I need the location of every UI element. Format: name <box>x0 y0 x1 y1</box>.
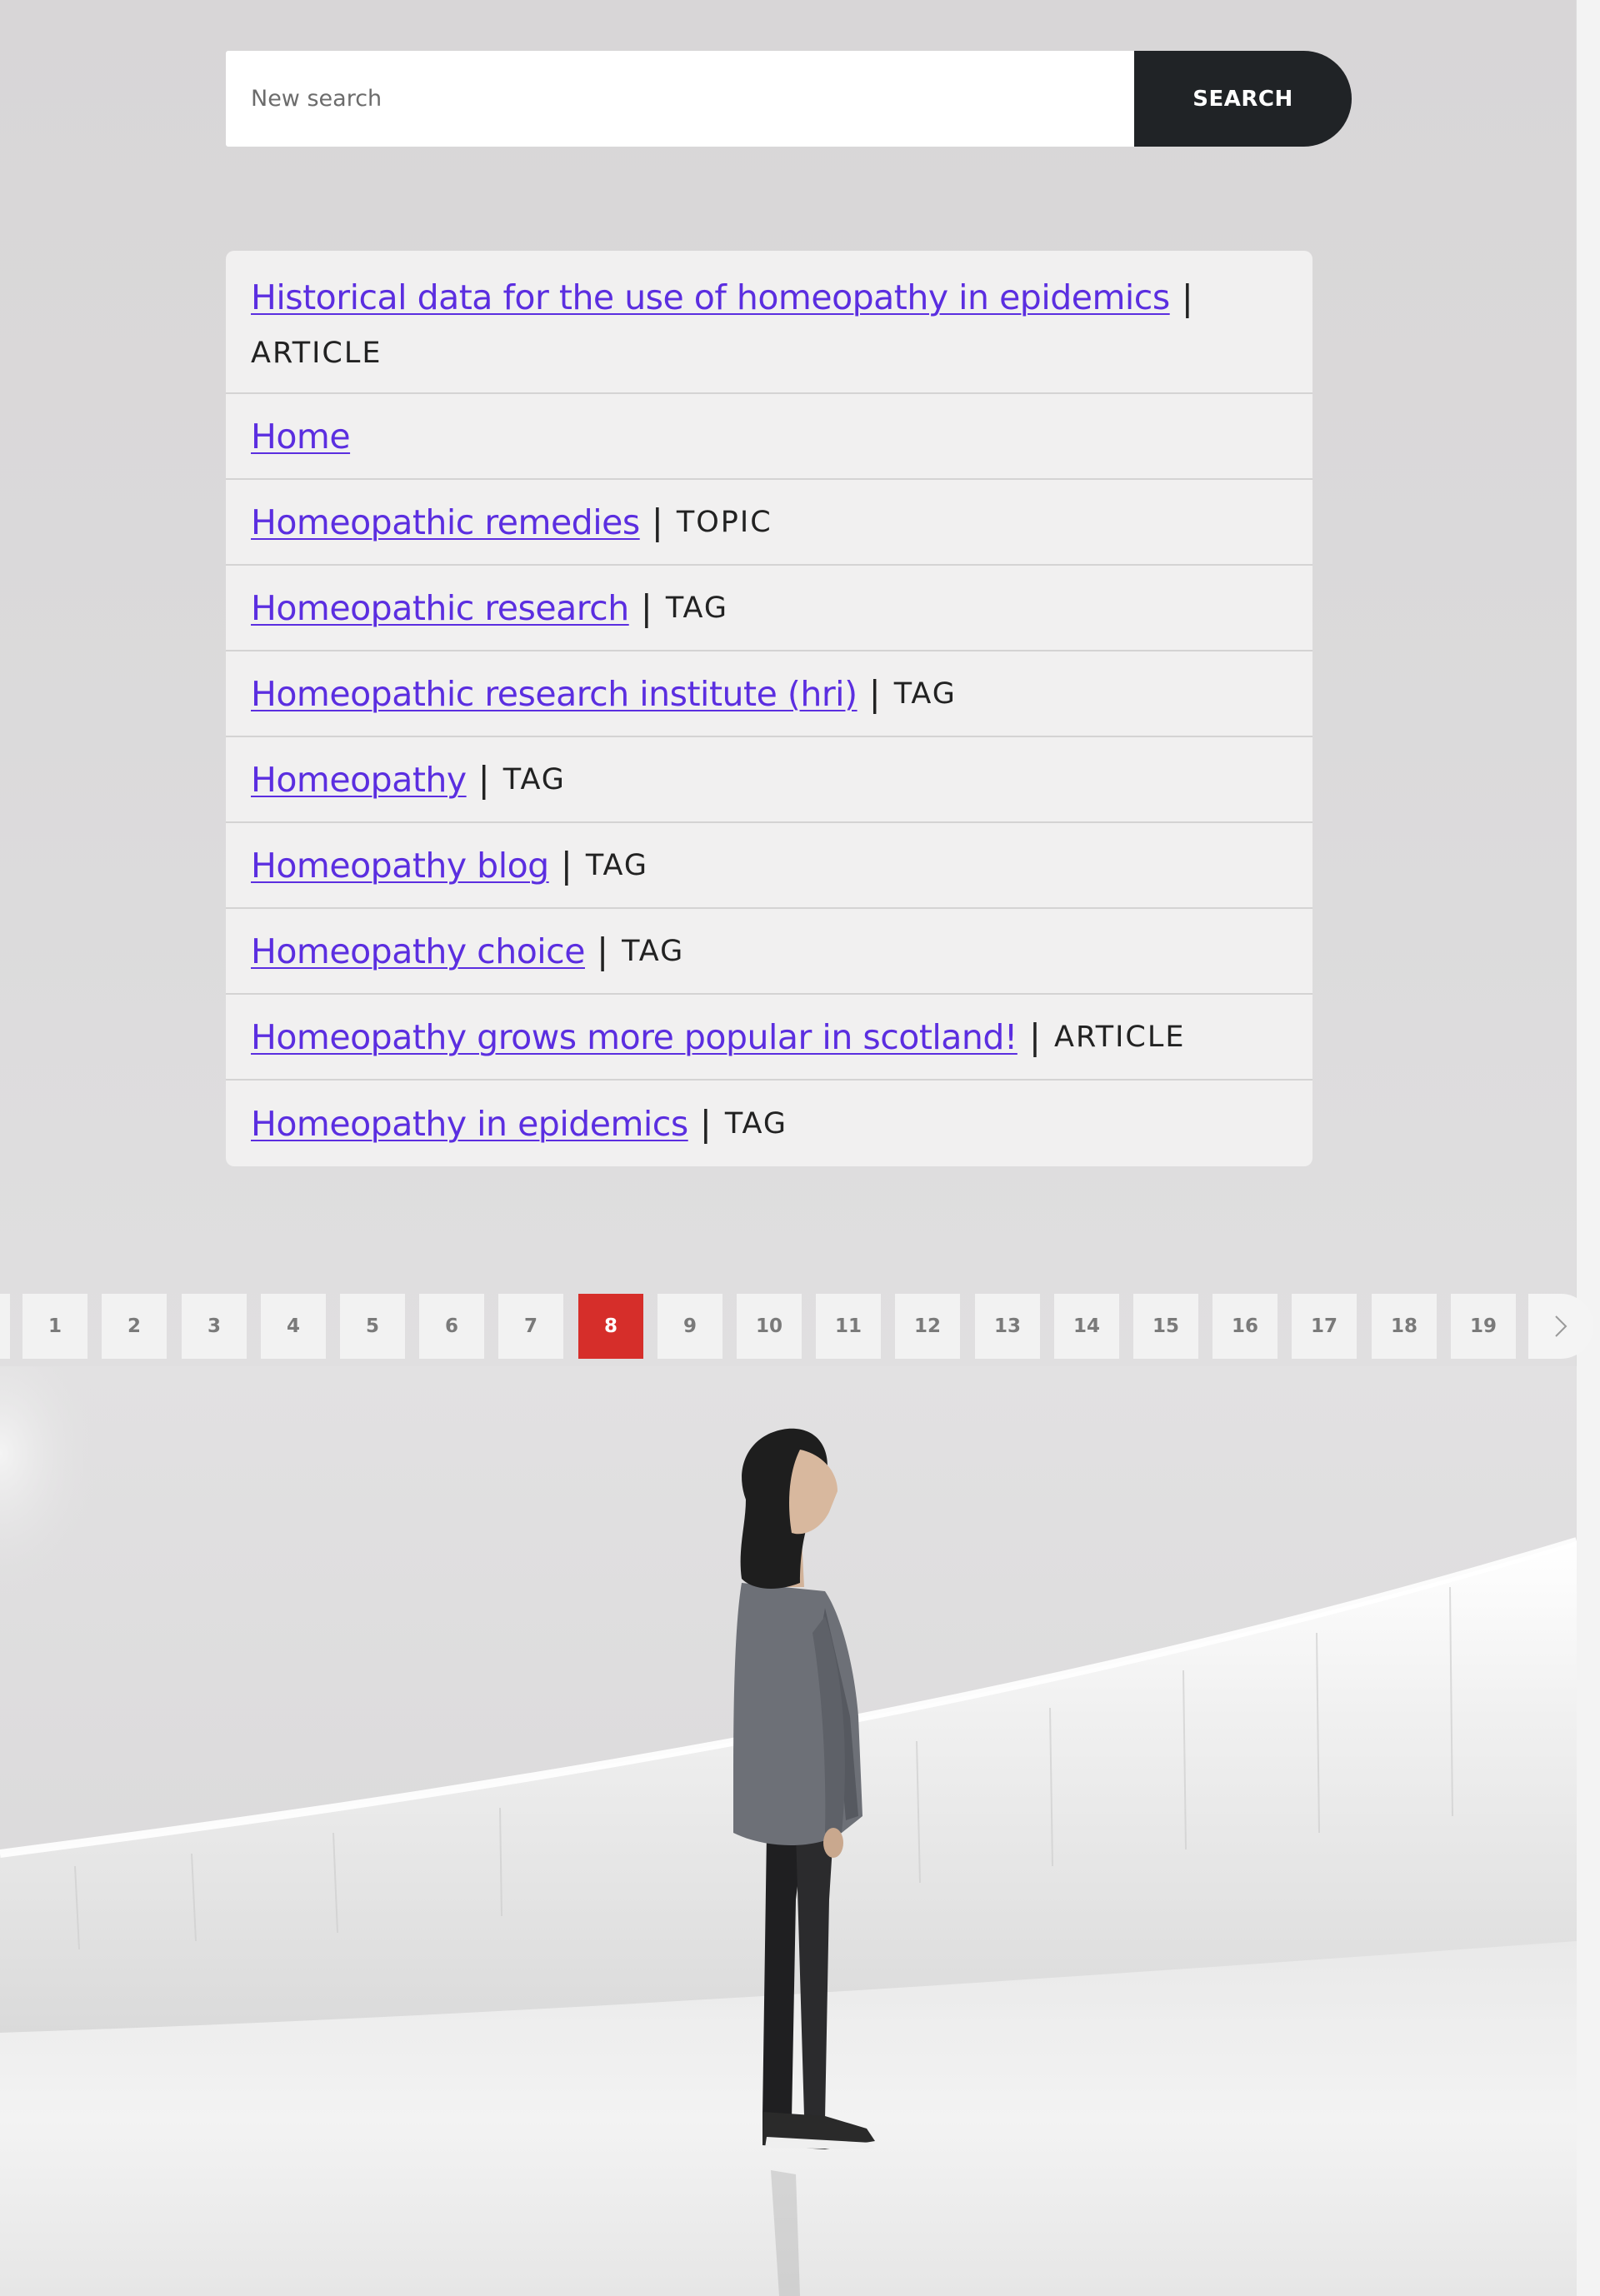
result-item: Historical data for the use of homeopath… <box>226 251 1312 394</box>
result-item: Homeopathy grows more popular in scotlan… <box>226 995 1312 1081</box>
result-separator: | <box>651 502 663 542</box>
result-type: TAG <box>724 1106 788 1141</box>
result-link[interactable]: Homeopathy grows more popular in scotlan… <box>251 1017 1018 1057</box>
result-link[interactable]: Homeopathic remedies <box>251 502 640 542</box>
pagination: 1 2 3 4 5 6 7 8 9 10 11 12 13 14 15 16 1… <box>0 1294 1600 1359</box>
result-item: Homeopathy blog | TAG <box>226 823 1312 909</box>
result-link[interactable]: Homeopathy blog <box>251 846 549 886</box>
result-link[interactable]: Historical data for the use of homeopath… <box>251 277 1170 317</box>
result-separator: | <box>640 587 652 628</box>
page-button[interactable]: 3 <box>182 1294 247 1359</box>
result-type: TAG <box>622 934 685 968</box>
page-button[interactable]: 2 <box>102 1294 167 1359</box>
page-button[interactable]: 10 <box>737 1294 802 1359</box>
result-item: Homeopathy choice | TAG <box>226 909 1312 995</box>
page-button[interactable]: 16 <box>1212 1294 1278 1359</box>
result-link[interactable]: Homeopathic research institute (hri) <box>251 674 858 714</box>
result-separator: | <box>560 845 572 886</box>
page-edge <box>1576 0 1600 2296</box>
result-item: Homeopathy in epidemics | TAG <box>226 1081 1312 1166</box>
hero-image <box>0 1366 1577 2296</box>
page-button[interactable]: 7 <box>498 1294 563 1359</box>
result-separator: | <box>699 1103 712 1144</box>
result-separator: | <box>868 673 881 714</box>
result-item: Home <box>226 394 1312 480</box>
page-button[interactable]: 12 <box>895 1294 960 1359</box>
page-button[interactable]: 4 <box>261 1294 326 1359</box>
result-type: TAG <box>585 848 648 882</box>
result-item: Homeopathy | TAG <box>226 737 1312 823</box>
next-page-button[interactable] <box>1528 1294 1593 1359</box>
page-button[interactable]: 15 <box>1133 1294 1198 1359</box>
result-separator: | <box>1181 277 1193 318</box>
result-link[interactable]: Homeopathy in epidemics <box>251 1104 688 1144</box>
result-link[interactable]: Homeopathy <box>251 760 467 800</box>
page-button[interactable]: 11 <box>816 1294 881 1359</box>
result-link[interactable]: Home <box>251 417 351 457</box>
pagination-prev-stub[interactable] <box>0 1294 10 1359</box>
search-form: SEARCH <box>226 51 1352 147</box>
result-separator: | <box>1028 1016 1042 1057</box>
result-type: TAG <box>665 591 728 625</box>
result-type: ARTICLE <box>1054 1020 1186 1054</box>
result-link[interactable]: Homeopathy choice <box>251 931 585 971</box>
result-type: TAG <box>893 676 957 711</box>
search-results-list: Historical data for the use of homeopath… <box>226 251 1312 1166</box>
page-button[interactable]: 19 <box>1451 1294 1516 1359</box>
result-type: TAG <box>502 762 566 796</box>
page-button-current[interactable]: 8 <box>578 1294 643 1359</box>
page-button[interactable]: 1 <box>22 1294 88 1359</box>
result-separator: | <box>478 759 490 800</box>
page-button[interactable]: 17 <box>1292 1294 1357 1359</box>
page-button[interactable]: 13 <box>975 1294 1040 1359</box>
page-button[interactable]: 6 <box>419 1294 484 1359</box>
result-item: Homeopathic research | TAG <box>226 566 1312 651</box>
page-button[interactable]: 14 <box>1054 1294 1119 1359</box>
result-type: TOPIC <box>676 505 772 539</box>
page-button[interactable]: 5 <box>340 1294 405 1359</box>
result-separator: | <box>596 931 609 971</box>
chevron-right-icon <box>1555 1315 1568 1337</box>
woman-in-white-hall-image <box>0 1366 1577 2296</box>
page-button[interactable]: 18 <box>1372 1294 1437 1359</box>
search-button[interactable]: SEARCH <box>1134 51 1352 147</box>
result-link[interactable]: Homeopathic research <box>251 588 629 628</box>
page-button[interactable]: 9 <box>658 1294 722 1359</box>
result-item: Homeopathic research institute (hri) | T… <box>226 651 1312 737</box>
search-input[interactable] <box>226 51 1134 147</box>
result-type: ARTICLE <box>251 336 382 370</box>
result-item: Homeopathic remedies | TOPIC <box>226 480 1312 566</box>
